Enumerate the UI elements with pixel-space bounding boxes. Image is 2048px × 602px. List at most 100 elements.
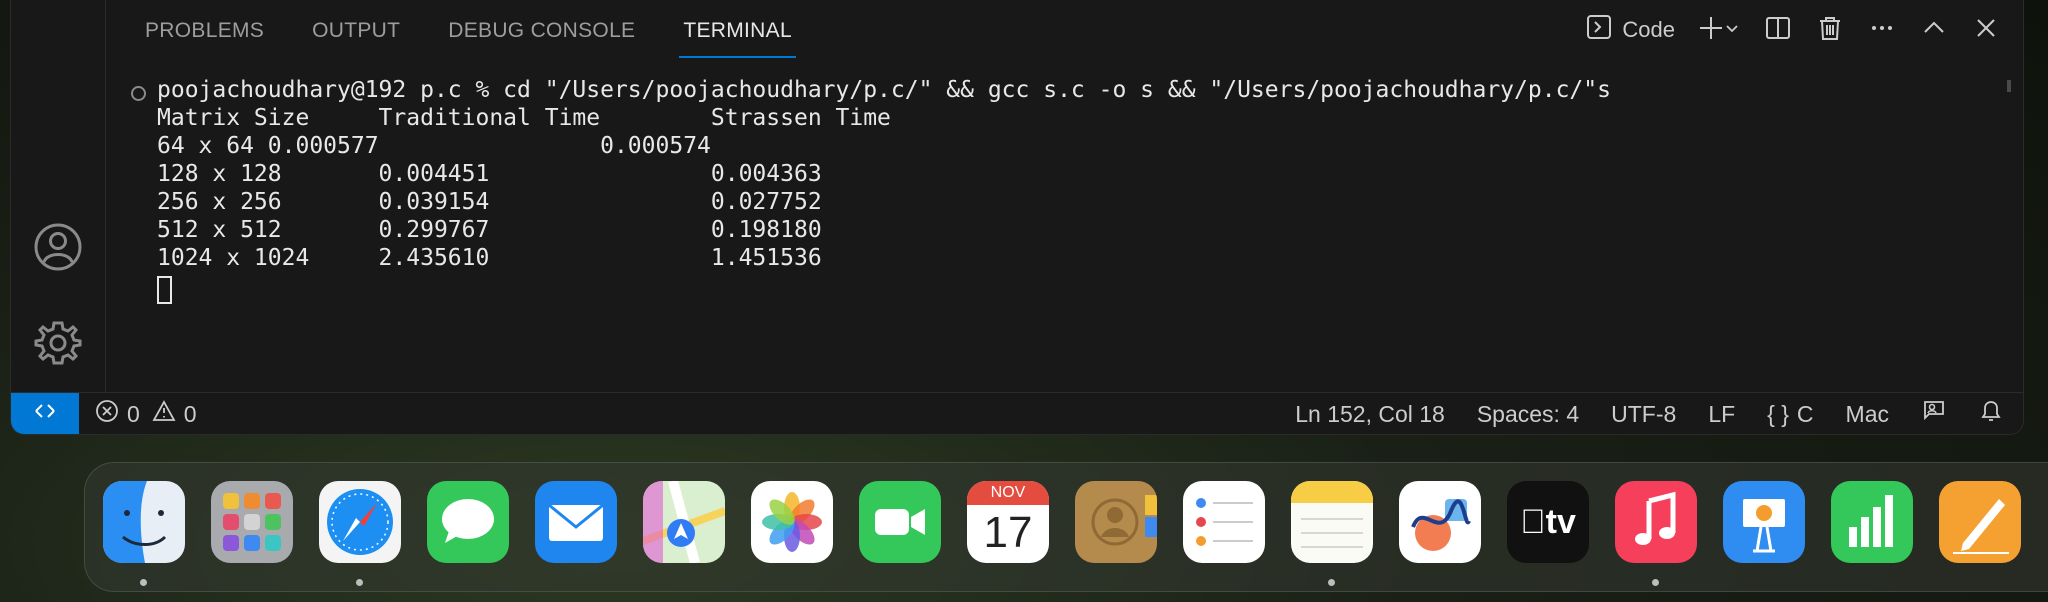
facetime-icon (859, 481, 941, 563)
dock-app-photos[interactable] (751, 481, 833, 563)
error-icon (95, 399, 119, 429)
terminal-output-line: 128 x 128 0.004451 0.004363 (157, 161, 822, 187)
terminal-scrollbar[interactable] (2007, 80, 2011, 92)
chevron-up-icon (1921, 15, 1947, 46)
kill-terminal-button[interactable] (1811, 11, 1849, 49)
calendar-day: 17 (983, 508, 1033, 557)
terminal-output-line: Matrix Size Traditional Time Strassen Ti… (157, 105, 891, 131)
music-icon (1615, 481, 1697, 563)
accounts-icon[interactable] (33, 222, 83, 272)
dock-app-numbers[interactable] (1831, 481, 1913, 563)
contacts-icon (1075, 481, 1157, 563)
maximize-panel-button[interactable] (1915, 11, 1953, 49)
split-terminal-button[interactable] (1759, 11, 1797, 49)
ellipsis-icon (1869, 15, 1895, 46)
cursor-position[interactable]: Ln 152, Col 18 (1295, 401, 1445, 428)
numbers-icon (1831, 481, 1913, 563)
end-of-line[interactable]: LF (1708, 401, 1735, 428)
trash-icon (1817, 15, 1843, 46)
finder-icon (103, 481, 185, 563)
command-decoration-icon[interactable] (131, 86, 146, 101)
remote-icon (33, 399, 57, 429)
bell-icon (1979, 398, 2003, 430)
music-running-indicator (1652, 579, 1659, 586)
terminal-command-line: poojachoudhary@192 p.c % cd "/Users/pooj… (157, 77, 1611, 103)
language-mode[interactable]: { } C (1767, 401, 1813, 428)
terminal-output[interactable]: poojachoudhary@192 p.c % cd "/Users/pooj… (115, 76, 2005, 386)
keynote-icon (1723, 481, 1805, 563)
warning-count: 0 (183, 400, 197, 427)
encoding[interactable]: UTF-8 (1611, 401, 1676, 428)
dock-app-mail[interactable] (535, 481, 617, 563)
tab-terminal[interactable]: TERMINAL (679, 0, 796, 60)
pages-icon (1939, 481, 2021, 563)
freeform-icon (1399, 481, 1481, 563)
terminal-output-line: 256 x 256 0.039154 0.027752 (157, 189, 822, 215)
close-icon (1973, 15, 1999, 46)
apple-logo-icon:  (1520, 503, 1546, 541)
dock-app-maps[interactable] (643, 481, 725, 563)
panel-tab-bar: PROBLEMS OUTPUT DEBUG CONSOLE TERMINAL (145, 0, 840, 60)
dock-app-contacts[interactable] (1075, 481, 1157, 563)
terminal-icon (1586, 14, 1612, 46)
dock-app-music[interactable] (1615, 481, 1697, 563)
dock-app-freeform[interactable] (1399, 481, 1481, 563)
new-terminal-button[interactable] (1693, 11, 1745, 49)
manage-gear-icon[interactable] (33, 318, 83, 368)
dock-app-calendar[interactable]: NOV 17 (967, 481, 1049, 563)
reminders-icon (1183, 481, 1265, 563)
terminal-cursor (157, 276, 172, 304)
status-bar-right: Ln 152, Col 18 Spaces: 4 UTF-8 LF { } C … (1295, 393, 2003, 434)
terminal-output-line: 512 x 512 0.299767 0.198180 (157, 217, 822, 243)
dock-app-tv[interactable]: tv (1507, 481, 1589, 563)
braces-icon: { } (1767, 400, 1789, 427)
safari-icon (319, 481, 401, 563)
messages-icon (427, 481, 509, 563)
tab-output[interactable]: OUTPUT (312, 0, 400, 60)
maps-icon (643, 481, 725, 563)
chevron-down-icon[interactable] (1724, 20, 1740, 41)
close-panel-button[interactable] (1967, 11, 2005, 49)
plus-icon (1698, 15, 1724, 46)
terminal-profile-button[interactable]: Code (1582, 14, 1679, 46)
mail-icon (535, 481, 617, 563)
more-actions-button[interactable] (1863, 11, 1901, 49)
dock-app-keynote[interactable] (1723, 481, 1805, 563)
problems-indicator[interactable]: 0 0 (95, 393, 197, 434)
tab-problems[interactable]: PROBLEMS (145, 0, 264, 60)
panel-actions: Code (1582, 8, 2005, 52)
remote-button[interactable] (11, 393, 79, 434)
dock-app-messages[interactable] (427, 481, 509, 563)
activity-bar (11, 0, 106, 392)
dock-app-reminders[interactable] (1183, 481, 1265, 563)
terminal-output-line: 1024 x 1024 2.435610 1.451536 (157, 245, 822, 271)
platform[interactable]: Mac (1846, 401, 1889, 428)
split-icon (1765, 15, 1791, 46)
tv-label: tv (1532, 503, 1576, 541)
terminal-profile-label: Code (1622, 17, 1675, 42)
launchpad-icon (211, 481, 293, 563)
dock-app-launchpad[interactable] (211, 481, 293, 563)
macos-dock: NOV 17 tv (84, 462, 2048, 592)
vscode-window: PROBLEMS OUTPUT DEBUG CONSOLE TERMINAL C… (10, 0, 2024, 435)
calendar-month: NOV (967, 481, 1049, 505)
feedback-button[interactable] (1921, 398, 1947, 430)
dock-app-notes[interactable] (1291, 481, 1373, 563)
dock-app-safari[interactable] (319, 481, 401, 563)
terminal-output-line: 64 x 64 0.000577 0.000574 (157, 133, 711, 159)
indentation[interactable]: Spaces: 4 (1477, 401, 1579, 428)
finder-running-indicator (140, 579, 147, 586)
status-bar: 0 0 Ln 152, Col 18 Spaces: 4 UTF-8 LF { … (11, 392, 2023, 434)
notes-running-indicator (1328, 579, 1335, 586)
notes-icon (1291, 481, 1373, 563)
error-count: 0 (127, 400, 140, 427)
language-label: C (1796, 400, 1814, 427)
dock-app-finder[interactable] (103, 481, 185, 563)
dock-app-pages[interactable] (1939, 481, 2021, 563)
notifications-button[interactable] (1979, 398, 2003, 430)
safari-running-indicator (356, 579, 363, 586)
dock-app-facetime[interactable] (859, 481, 941, 563)
photos-icon (751, 481, 833, 563)
warning-icon (152, 399, 176, 429)
tab-debug-console[interactable]: DEBUG CONSOLE (448, 0, 635, 60)
